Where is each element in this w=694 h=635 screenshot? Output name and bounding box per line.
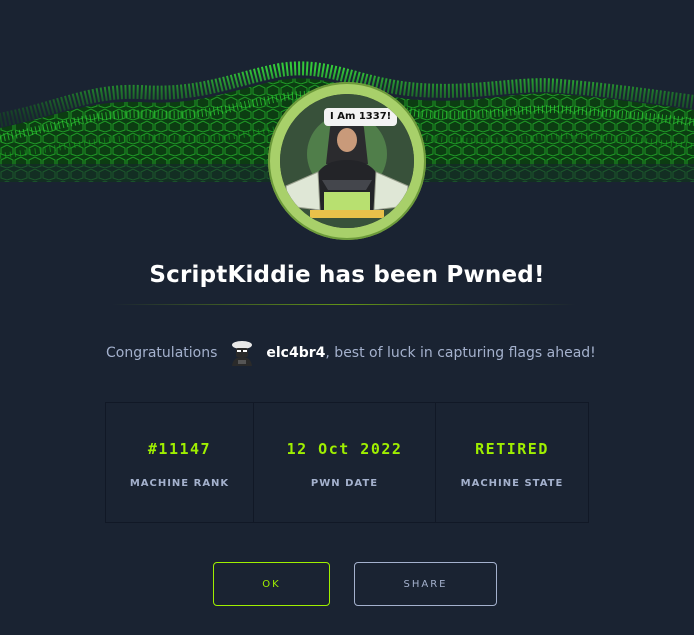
- share-button[interactable]: SHARE: [354, 562, 497, 606]
- username[interactable]: elc4br4: [266, 345, 325, 361]
- title-divider: [112, 304, 576, 305]
- congrats-label: Congratulations: [106, 345, 218, 361]
- congrats-message: , best of luck in capturing flags ahead!: [325, 345, 596, 361]
- pwn-date-label: PWN DATE: [310, 478, 379, 489]
- congrats-line: Congratulations elc4br4 , best of luck i…: [106, 336, 596, 370]
- stat-pwn-date: 12 Oct 2022 PWN DATE: [254, 403, 436, 522]
- machine-avatar: I Am 1337!: [268, 82, 426, 240]
- user-avatar-icon: [227, 338, 257, 368]
- speech-bubble: I Am 1337!: [324, 108, 398, 126]
- machine-rank-label: MACHINE RANK: [129, 478, 230, 489]
- pwn-date-value: 12 Oct 2022: [286, 440, 403, 458]
- ok-button[interactable]: OK: [213, 562, 330, 606]
- hooded-hacker-icon: I Am 1337!: [280, 94, 414, 228]
- stat-machine-rank: #11147 MACHINE RANK: [106, 403, 254, 522]
- machine-state-value: RETIRED: [475, 440, 549, 458]
- stat-machine-state: RETIRED MACHINE STATE: [436, 403, 588, 522]
- stats-panel: #11147 MACHINE RANK 12 Oct 2022 PWN DATE…: [105, 402, 589, 523]
- pwned-dialog: I Am 1337! ScriptKiddie has been Pwned! …: [0, 0, 694, 635]
- machine-state-label: MACHINE STATE: [460, 478, 564, 489]
- machine-rank-value: #11147: [147, 440, 212, 458]
- dialog-title: ScriptKiddie has been Pwned!: [149, 262, 545, 288]
